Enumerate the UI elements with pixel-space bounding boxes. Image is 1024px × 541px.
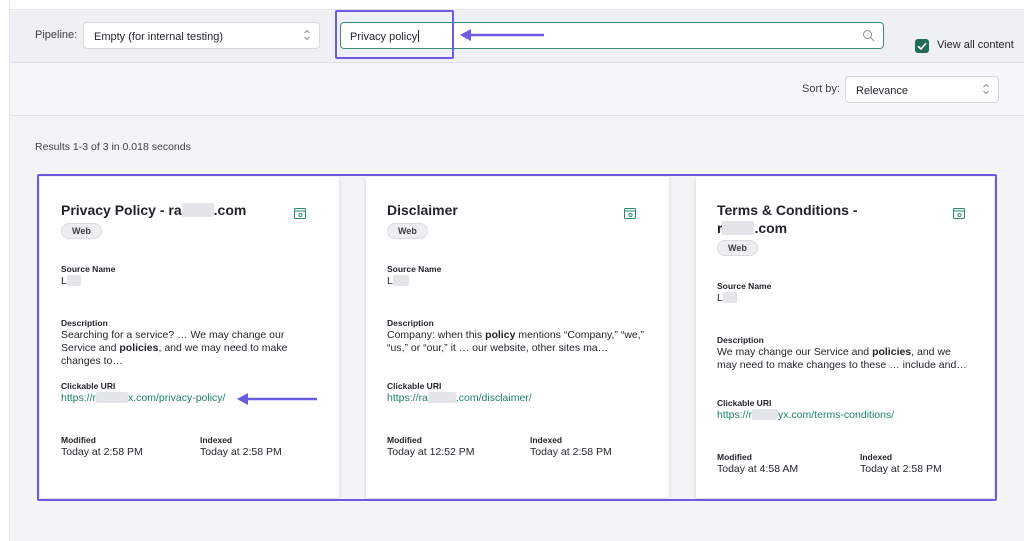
results-summary: Results 1-3 of 3 in 0.018 seconds — [35, 141, 191, 153]
sort-label: Sort by: — [802, 83, 840, 95]
chevron-updown-icon — [983, 83, 989, 95]
pipeline-select-value: Empty (for internal testing) — [94, 31, 223, 43]
pipeline-select[interactable]: Empty (for internal testing) — [83, 22, 320, 49]
view-all-label: View all content — [937, 39, 1014, 51]
annotation-arrow — [237, 393, 317, 405]
checkmark-icon — [917, 42, 927, 51]
view-all-checkbox[interactable] — [915, 39, 929, 53]
cards-highlight-box — [37, 174, 997, 501]
sort-select-value: Relevance — [856, 85, 908, 97]
sort-select[interactable]: Relevance — [845, 76, 999, 103]
pipeline-label: Pipeline: — [35, 29, 78, 41]
top-strip — [10, 0, 1024, 10]
annotation-arrow — [460, 29, 544, 41]
sort-row: Sort by: Relevance — [11, 64, 1024, 116]
left-rail — [0, 0, 10, 541]
search-icon[interactable] — [862, 29, 875, 42]
chevron-updown-icon — [304, 29, 310, 41]
search-highlight-box — [335, 10, 454, 59]
